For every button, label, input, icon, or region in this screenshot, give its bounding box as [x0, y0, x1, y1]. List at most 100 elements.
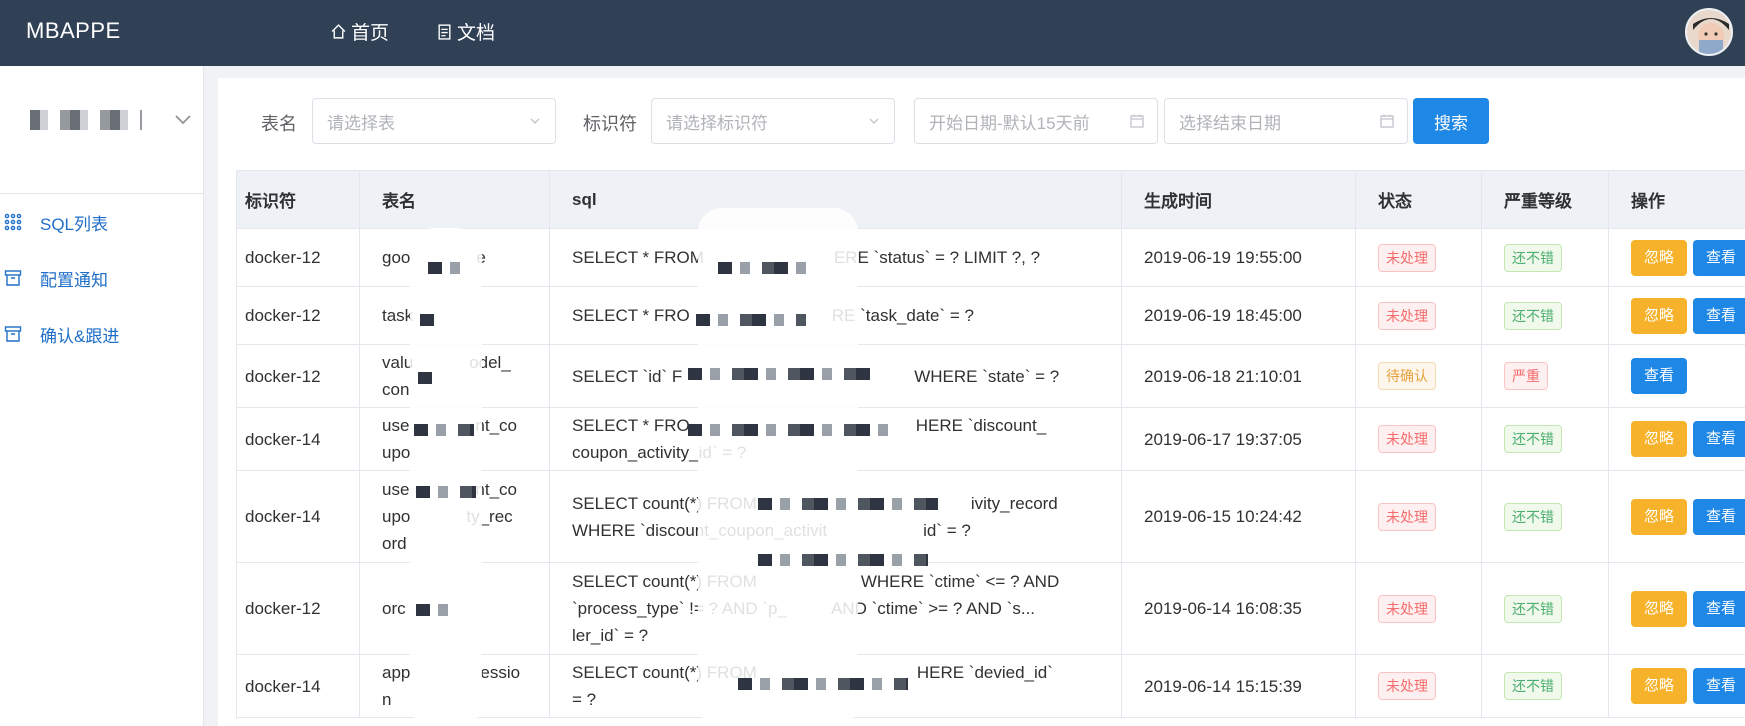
col-header-identifier[interactable]: 标识符 [236, 170, 360, 229]
identifier-select-placeholder: 请选择标识符 [666, 113, 768, 133]
cell-level: 还不错 [1481, 407, 1609, 471]
sql-table: 标识符 表名 sql 生成时间 状态 严重等级 操作 docker-12 goo… [236, 170, 1745, 718]
user-avatar[interactable] [1685, 8, 1733, 56]
cell-actions: 查看 [1608, 344, 1745, 408]
cell-time: 2019-06-14 16:08:35 [1121, 562, 1356, 655]
cell-sql: SELECT * FRO RE `task_date` = ? [549, 286, 1122, 345]
main-content: 表名 请选择表 标识符 请选择标识符 开始日期-默认15天前 选择结束日期 搜索… [218, 78, 1745, 726]
cell-time: 2019-06-15 10:24:42 [1121, 470, 1356, 563]
table-select[interactable]: 请选择表 [312, 98, 556, 144]
cell-sql: SELECT count(*) FROM ivity_record WHERE `d… [549, 470, 1122, 563]
cell-time: 2019-06-19 18:45:00 [1121, 286, 1356, 345]
cell-table-tail: e [476, 248, 486, 267]
cell-table-text: use [382, 480, 410, 499]
col-header-status[interactable]: 状态 [1355, 170, 1482, 229]
cell-table-tail: odel_ [469, 353, 511, 372]
level-badge: 严重 [1504, 362, 1548, 390]
status-badge: 未处理 [1378, 425, 1436, 453]
col-header-time[interactable]: 生成时间 [1121, 170, 1356, 229]
ignore-button[interactable]: 忽略 [1631, 239, 1687, 276]
end-date-picker[interactable]: 选择结束日期 [1164, 98, 1408, 144]
nav-docs[interactable]: 文档 [436, 18, 495, 45]
cell-identifier: docker-12 [236, 344, 360, 408]
cell-table-text: valu [382, 353, 414, 372]
cell-sql-text: SELECT * FRO [572, 306, 690, 325]
ignore-button[interactable]: 忽略 [1631, 297, 1687, 334]
sidebar-item-sql-list[interactable]: SQL列表 [0, 200, 204, 244]
cell-sql-line2: WHERE `discount_coupon_activit [572, 520, 828, 540]
nav-docs-label: 文档 [457, 23, 496, 44]
chevron-down-icon [175, 115, 191, 125]
cell-level: 还不错 [1481, 654, 1609, 718]
table-row: docker-12 task SELECT * FRO RE `task_date… [236, 286, 1745, 345]
cell-status: 未处理 [1355, 654, 1482, 718]
cell-actions: 忽略 查看 [1608, 228, 1745, 287]
table-row: docker-12 orc SELECT count(*) FROM WHERE … [236, 562, 1745, 655]
cell-sql: SELECT `id` F WHERE `state` = ? [549, 344, 1122, 408]
filter-bar: 表名 请选择表 标识符 请选择标识符 开始日期-默认15天前 选择结束日期 搜索 [218, 98, 1745, 144]
sidebar-item-label: 确认&跟进 [40, 326, 120, 346]
view-button[interactable]: 查看 [1693, 590, 1745, 627]
grid-icon [4, 213, 22, 231]
table-row: docker-12 goo e SELECT * FROM ERE `status`… [236, 228, 1745, 287]
level-badge: 还不错 [1504, 243, 1562, 272]
nav-home[interactable]: 首页 [330, 18, 389, 45]
cell-status: 待确认 [1355, 344, 1482, 408]
nav-home-label: 首页 [351, 23, 390, 44]
identifier-select[interactable]: 请选择标识符 [651, 98, 895, 144]
cell-actions: 忽略 查看 [1608, 470, 1745, 563]
ignore-button[interactable]: 忽略 [1631, 421, 1687, 457]
col-header-table[interactable]: 表名 [359, 170, 550, 229]
level-badge: 还不错 [1504, 301, 1562, 330]
cell-actions: 忽略 查看 [1608, 407, 1745, 471]
sidebar-item-label: SQL列表 [40, 214, 109, 234]
chevron-down-icon [530, 118, 540, 124]
cell-table-line2: upo [382, 443, 411, 462]
cell-identifier: docker-12 [236, 562, 360, 655]
table-row: docker-12 valu odel_ con SELECT `id` F WHER… [236, 344, 1745, 408]
ignore-button[interactable]: 忽略 [1631, 668, 1687, 704]
view-button[interactable]: 查看 [1631, 358, 1687, 394]
ignore-button[interactable]: 忽略 [1631, 590, 1687, 627]
sidebar-item-confirm-follow[interactable]: 确认&跟进 [0, 312, 204, 356]
level-badge: 还不错 [1504, 425, 1562, 453]
cell-status: 未处理 [1355, 562, 1482, 655]
col-header-actions: 操作 [1608, 170, 1745, 229]
cell-actions: 忽略 查看 [1608, 654, 1745, 718]
cell-sql: SELECT count(*) FROM WHERE `ctime` <= ? A… [549, 562, 1122, 655]
cell-identifier: docker-12 [236, 286, 360, 345]
cell-level: 还不错 [1481, 286, 1609, 345]
cell-sql-line2: = ? [572, 690, 597, 709]
cell-level: 还不错 [1481, 470, 1609, 563]
sidebar-item-notify-config[interactable]: 配置通知 [0, 256, 204, 300]
cell-sql: SELECT count(*) FROM HERE `devied_id` = ? [549, 654, 1122, 718]
avatar-image [1687, 10, 1731, 54]
table-row: docker-14 app essio n SELECT count(*) FROM… [236, 654, 1745, 718]
cell-identifier: docker-14 [236, 407, 360, 471]
cell-table-text: task [382, 306, 414, 325]
cell-sql-text: SELECT * FROM [572, 248, 704, 267]
search-button[interactable]: 搜索 [1413, 98, 1489, 144]
brand-logo[interactable]: MBAPPE [26, 18, 121, 44]
col-header-level[interactable]: 严重等级 [1481, 170, 1609, 229]
level-badge: 还不错 [1504, 502, 1562, 531]
cell-time: 2019-06-19 19:55:00 [1121, 228, 1356, 287]
start-date-picker[interactable]: 开始日期-默认15天前 [914, 98, 1158, 144]
cell-identifier: docker-12 [236, 228, 360, 287]
col-header-sql[interactable]: sql [549, 170, 1122, 229]
view-button[interactable]: 查看 [1693, 498, 1745, 535]
view-button[interactable]: 查看 [1693, 297, 1745, 334]
cell-level: 还不错 [1481, 228, 1609, 287]
cell-table-tail: nt_co [475, 416, 518, 435]
view-button[interactable]: 查看 [1693, 239, 1745, 276]
start-date-placeholder: 开始日期-默认15天前 [929, 113, 1090, 133]
app-selector[interactable] [0, 66, 204, 194]
cell-table: task [359, 286, 550, 345]
cell-sql-tail: HERE `devied_id` [916, 663, 1053, 682]
view-button[interactable]: 查看 [1693, 668, 1745, 704]
ignore-button[interactable]: 忽略 [1631, 498, 1687, 535]
view-button[interactable]: 查看 [1693, 421, 1745, 457]
table-filter-label: 表名 [261, 114, 297, 134]
table-select-placeholder: 请选择表 [327, 113, 395, 133]
cell-table: orc [359, 562, 550, 655]
